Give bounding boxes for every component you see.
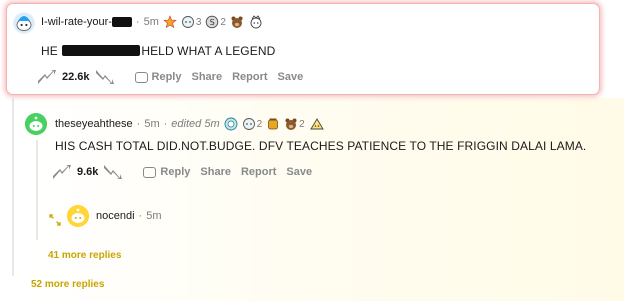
- reply-button[interactable]: Reply: [143, 166, 190, 178]
- thread-line-outer[interactable]: [12, 98, 14, 276]
- award-face[interactable]: [309, 117, 325, 131]
- snoo-avatar-icon: [25, 113, 47, 135]
- separator-dot: ·: [136, 118, 141, 130]
- comment-actions: 9.6k Reply Share Report Save: [52, 163, 312, 181]
- award-honey[interactable]: [266, 117, 280, 131]
- thread-line-inner[interactable]: [36, 140, 38, 240]
- separator-dot: ·: [163, 118, 168, 130]
- reply-label: Reply: [151, 71, 182, 83]
- comment-meta: I-wil-rate-your- · 5m 3 S 2: [41, 15, 264, 29]
- award-helpful[interactable]: 3: [181, 15, 202, 29]
- comment-meta: nocendi · 5m: [96, 210, 162, 222]
- expand-thread-icon[interactable]: [48, 213, 62, 227]
- author-name[interactable]: I-wil-rate-your-: [41, 16, 112, 28]
- award-face[interactable]: [248, 15, 264, 29]
- vote-count: 22.6k: [62, 71, 90, 83]
- vote-controls: 22.6k: [37, 68, 115, 86]
- honey-jar-award-icon: [268, 118, 279, 130]
- snoo-avatar-icon: [14, 13, 34, 33]
- award-glow[interactable]: [224, 117, 238, 131]
- comment-body-start: HE: [41, 44, 58, 58]
- avatar[interactable]: [25, 113, 47, 135]
- bubble-award-icon: [181, 16, 194, 28]
- face-award-icon: [250, 15, 262, 29]
- upvote-icon[interactable]: [37, 68, 57, 86]
- downvote-icon[interactable]: [95, 68, 115, 86]
- separator-dot: ·: [135, 16, 140, 28]
- snoo-avatar-icon: [67, 205, 89, 227]
- highlighted-comment: I-wil-rate-your- · 5m 3 S 2 HE HELD WHAT…: [6, 3, 600, 95]
- glow-award-icon: [224, 117, 238, 131]
- more-replies-link-outer[interactable]: 52 more replies: [31, 279, 104, 290]
- reply-button[interactable]: Reply: [134, 71, 182, 83]
- comment-bubble-icon: [143, 166, 157, 178]
- timestamp[interactable]: 5m: [144, 16, 159, 28]
- comment-body: HE HELD WHAT A LEGEND: [41, 44, 275, 58]
- bear-award-icon: [231, 16, 243, 28]
- redacted-text: [62, 45, 141, 56]
- face-award-icon: [309, 118, 324, 130]
- share-button[interactable]: Share: [192, 71, 223, 83]
- bubble-award-icon: [242, 118, 255, 130]
- award-count: 2: [299, 118, 305, 130]
- more-replies-link-inner[interactable]: 41 more replies: [48, 250, 121, 261]
- silver-coin-award-icon: S: [206, 15, 219, 29]
- timestamp[interactable]: 5m: [146, 210, 161, 222]
- timestamp[interactable]: 5m: [144, 118, 159, 130]
- separator-dot: ·: [138, 210, 143, 222]
- award-silver[interactable]: S 2: [205, 15, 226, 29]
- reply-label: Reply: [160, 166, 191, 178]
- author-name[interactable]: theseyeahthese: [55, 118, 133, 130]
- bear-award-icon: [285, 118, 297, 130]
- comment-bubble-icon: [134, 71, 148, 83]
- redacted-username-part: [111, 17, 132, 27]
- avatar[interactable]: [13, 12, 35, 34]
- downvote-icon[interactable]: [103, 163, 123, 181]
- award-helpful[interactable]: 2: [242, 117, 263, 131]
- award-count: 2: [256, 118, 263, 130]
- award-bear[interactable]: 2: [284, 117, 305, 131]
- save-button[interactable]: Save: [286, 166, 312, 178]
- vote-controls: 9.6k: [52, 163, 123, 181]
- share-button[interactable]: Share: [200, 166, 231, 178]
- save-button[interactable]: Save: [278, 71, 304, 83]
- comment-body-end: HELD WHAT A LEGEND: [141, 44, 276, 58]
- report-button[interactable]: Report: [241, 166, 276, 178]
- vote-count: 9.6k: [77, 166, 99, 178]
- author-name[interactable]: nocendi: [96, 210, 135, 222]
- svg-text:S: S: [210, 18, 215, 27]
- star-award-icon: [163, 15, 177, 29]
- comment-meta: theseyeahthese · 5m · edited 5m 2 2: [55, 117, 325, 131]
- award-count: 2: [220, 16, 226, 28]
- upvote-icon[interactable]: [52, 163, 72, 181]
- comment-body: HIS CASH TOTAL DID.NOT.BUDGE. DFV TEACHE…: [55, 139, 587, 153]
- award-gold-star[interactable]: [163, 15, 177, 29]
- award-bear[interactable]: [230, 15, 244, 29]
- edited-label: edited 5m: [171, 118, 220, 130]
- avatar[interactable]: [67, 205, 89, 227]
- award-count: 3: [195, 16, 202, 28]
- report-button[interactable]: Report: [232, 71, 267, 83]
- comment-actions: 22.6k Reply Share Report Save: [37, 68, 303, 86]
